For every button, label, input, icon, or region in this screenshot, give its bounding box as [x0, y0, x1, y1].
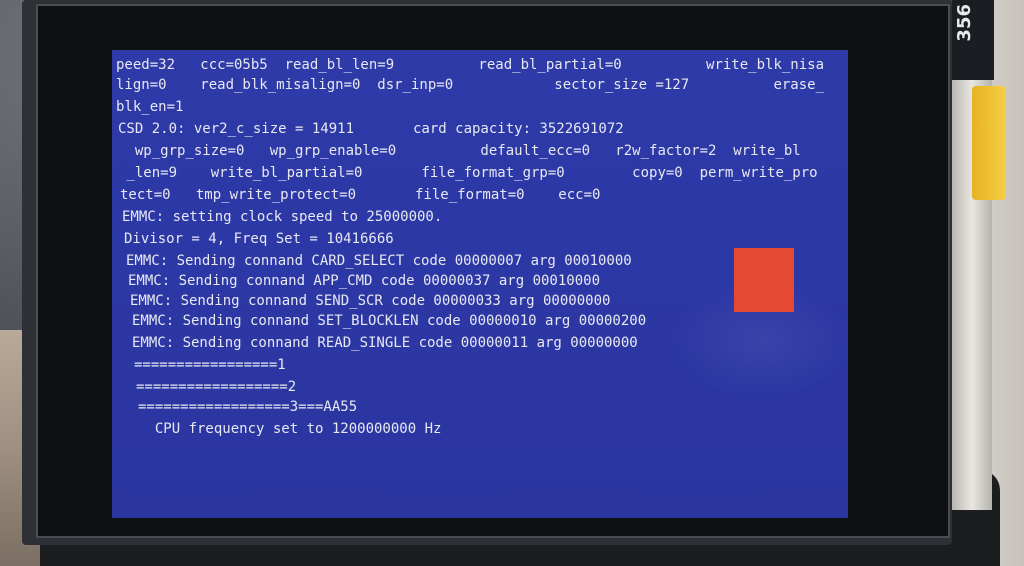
console-line: EMMC: setting clock speed to 25000000. [122, 209, 443, 225]
console-line: EMMC: Sending connand READ_SINGLE code 0… [132, 335, 638, 351]
console-line: EMMC: Sending connand SEND_SCR code 0000… [130, 293, 611, 309]
console-line: ==================3===AA55 [138, 399, 358, 415]
console-line: EMMC: Sending connand APP_CMD code 00000… [128, 273, 601, 289]
console-line: ==================2 [136, 379, 297, 395]
console-line: blk_en=1 [116, 99, 184, 115]
console-screen: peed=32 ccc=05b5 read_bl_len=9 read_bl_p… [112, 50, 848, 518]
console-line: wp_grp_size=0 wp_grp_enable=0 default_ec… [118, 143, 801, 159]
console-line: _len=9 write_bl_partial=0 file_format_gr… [118, 165, 818, 181]
yellow-connector [972, 86, 1006, 200]
console-line: peed=32 ccc=05b5 read_bl_len=9 read_bl_p… [116, 57, 825, 73]
console-line: CPU frequency set to 1200000000 Hz [138, 421, 442, 437]
red-square [734, 248, 794, 312]
console-line: CSD 2.0: ver2_c_size = 14911 card capaci… [118, 121, 624, 137]
console-line: EMMC: Sending connand CARD_SELECT code 0… [126, 253, 632, 269]
pcb-label: 356 [954, 4, 975, 42]
console-line: tect=0 tmp_write_protect=0 file_format=0… [120, 187, 601, 203]
console-line: lign=0 read_blk_misalign=0 dsr_inp=0 sec… [116, 77, 825, 93]
console-line: Divisor = 4, Freq Set = 10416666 [124, 231, 394, 247]
console-line: EMMC: Sending connand SET_BLOCKLEN code … [132, 313, 647, 329]
console-line: =================1 [134, 357, 286, 373]
